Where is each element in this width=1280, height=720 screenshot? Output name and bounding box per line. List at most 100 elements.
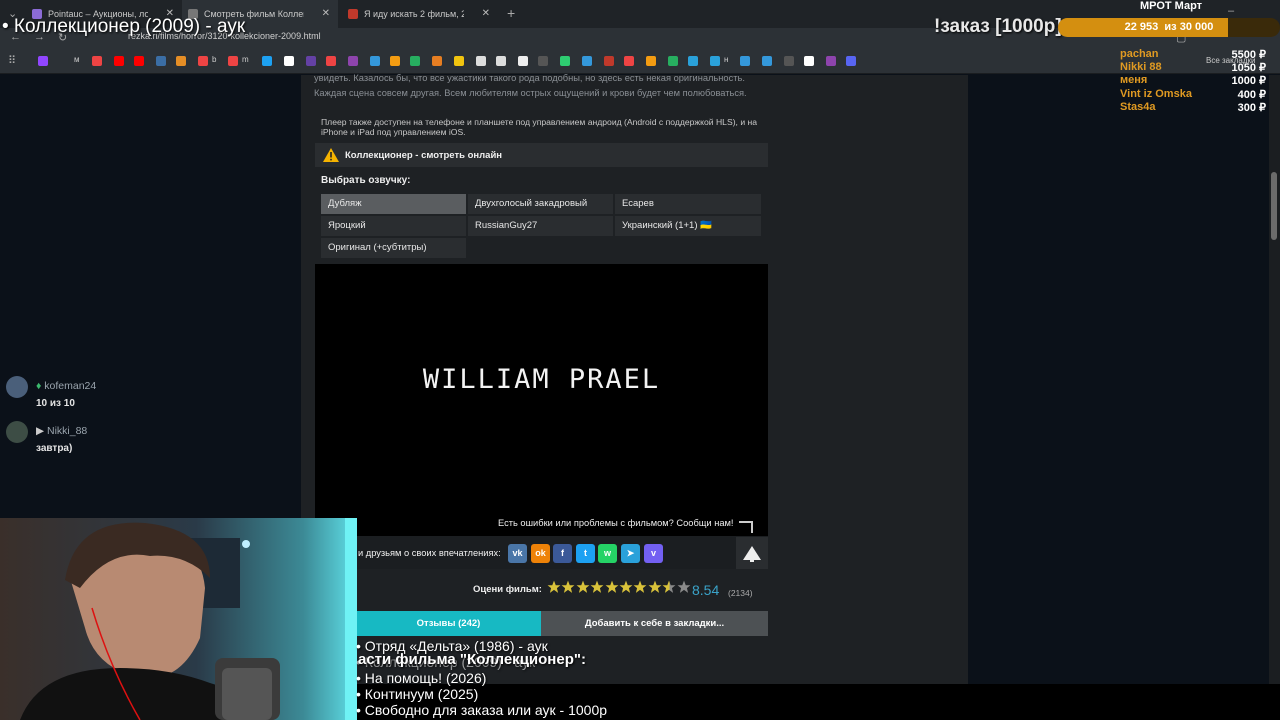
bookmark-icon[interactable] [496, 56, 506, 66]
chat-text: 10 из 10 [36, 398, 75, 409]
voice-option-two-voice[interactable]: Двухголосый закадровый [468, 194, 613, 214]
webcam-feed [0, 518, 357, 720]
goal-progress-bar: 22 953 из 30 000 [1058, 18, 1280, 37]
tab-reviews[interactable]: Отзывы (242) [356, 611, 541, 636]
voice-option-dub[interactable]: Дубляж [321, 194, 466, 214]
scrollbar-thumb[interactable] [1271, 172, 1277, 240]
voice-option-ukrainian[interactable]: Украинский (1+1) 🇺🇦 [615, 216, 761, 236]
bookmark-icon[interactable] [410, 56, 420, 66]
close-tab-icon[interactable]: ✕ [322, 8, 330, 19]
voice-option-yarotsky[interactable]: Яроцкий [321, 216, 466, 236]
ok-icon[interactable]: ok [531, 544, 550, 563]
notify-bell-button[interactable] [736, 537, 768, 569]
voice-select-label: Выбрать озвучку: [321, 175, 411, 186]
donor-row: pachan 5500 ₽ [1120, 48, 1266, 61]
bookmark-label[interactable]: н [724, 55, 728, 64]
queue-list: • Отряд «Дельта» (1986) - аук • Коллекци… [356, 638, 776, 718]
rating-star-icon[interactable] [619, 580, 633, 594]
bookmark-icon[interactable] [262, 56, 272, 66]
rating-star-icon[interactable] [648, 580, 662, 594]
scrollbar-track[interactable] [1269, 75, 1280, 684]
bookmark-icon[interactable] [348, 56, 358, 66]
parts-title: асти фильма "Коллекционер": [358, 651, 586, 668]
avatar [6, 376, 28, 398]
bookmark-icon[interactable] [560, 56, 570, 66]
bookmark-icon[interactable] [156, 56, 166, 66]
bookmark-icon[interactable] [454, 56, 464, 66]
add-bookmark-button[interactable]: Добавить к себе в закладки... [541, 611, 768, 636]
webcam-image [0, 518, 357, 720]
donor-row: Vint iz Omska 400 ₽ [1120, 88, 1266, 101]
order-label: !заказ [1000р] [934, 16, 1062, 37]
watch-online-title: Коллекционер - смотреть онлайн [345, 150, 503, 161]
whatsapp-icon[interactable]: w [598, 544, 617, 563]
bookmark-icon[interactable] [284, 56, 294, 66]
facebook-icon[interactable]: f [553, 544, 572, 563]
close-tab-icon[interactable]: ✕ [482, 8, 490, 19]
rating-star-icon[interactable] [547, 580, 561, 594]
player-availability-note: Плеер также доступен на телефоне и планш… [321, 117, 758, 137]
bookmark-icon[interactable] [668, 56, 678, 66]
telegram-bookmark-icon[interactable] [710, 56, 720, 66]
report-problem-link[interactable]: Есть ошибки или проблемы с фильмом? Сооб… [498, 518, 733, 528]
bookmark-label[interactable]: м [74, 55, 80, 64]
twitch-bookmark-icon[interactable] [38, 56, 48, 66]
rating-star-icon[interactable] [576, 580, 590, 594]
rating-star-icon[interactable] [590, 580, 604, 594]
bookmark-icon[interactable] [762, 56, 772, 66]
mail-bookmark-icon[interactable] [176, 56, 186, 66]
viber-icon[interactable]: v [644, 544, 663, 563]
minimize-icon[interactable]: – [1228, 5, 1234, 17]
donor-amount: 300 ₽ [1237, 101, 1266, 114]
bookmark-icon[interactable] [846, 56, 856, 66]
rating-star-icon[interactable] [605, 580, 619, 594]
gmail-bookmark-icon[interactable] [228, 56, 238, 66]
twitter-icon[interactable]: t [576, 544, 595, 563]
bookmark-icon[interactable] [646, 56, 656, 66]
rating-star-icon[interactable] [633, 580, 647, 594]
bookmark-icon[interactable] [538, 56, 548, 66]
bookmark-icon[interactable] [624, 56, 634, 66]
rating-star-icon[interactable] [561, 580, 575, 594]
bookmark-label[interactable]: b [212, 55, 216, 64]
chat-username: ▶ Nikki_88 [36, 425, 88, 437]
rating-star-icon[interactable] [662, 580, 676, 594]
bookmark-icon[interactable] [804, 56, 814, 66]
telegram-icon[interactable]: ➤ [621, 544, 640, 563]
bookmark-icon[interactable] [518, 56, 528, 66]
bookmark-icon[interactable] [826, 56, 836, 66]
donor-name: pachan [1120, 48, 1159, 60]
youtube-bookmark-icon[interactable] [134, 56, 144, 66]
voice-option-original[interactable]: Оригинал (+субтитры) [321, 238, 466, 258]
tab-youtube-video[interactable]: Я иду искать 2 фильм, 2026, д ✕ [342, 0, 498, 28]
right-strip [968, 75, 1270, 684]
video-player[interactable]: WILLIAM PRAEL [315, 264, 768, 536]
rating-count: (2134) [728, 588, 753, 598]
youtube-bookmark-icon[interactable] [114, 56, 124, 66]
voice-option-russianguy27[interactable]: RussianGuy27 [468, 216, 613, 236]
rating-stars[interactable] [547, 580, 691, 598]
bookmark-icon[interactable] [476, 56, 486, 66]
new-tab-icon[interactable]: + [507, 5, 515, 21]
voice-option-esarev[interactable]: Есарев [615, 194, 761, 214]
chat-username: ♦ kofeman24 [36, 380, 97, 392]
rating-star-icon[interactable] [677, 580, 691, 594]
bookmark-icon[interactable] [370, 56, 380, 66]
bookmark-icon[interactable] [582, 56, 592, 66]
bookmark-icon[interactable] [326, 56, 336, 66]
bookmark-icon[interactable] [784, 56, 794, 66]
gmail-bookmark-icon[interactable] [198, 56, 208, 66]
bookmark-label[interactable]: m [242, 55, 249, 64]
bookmark-icon[interactable] [306, 56, 316, 66]
bookmark-icon[interactable] [604, 56, 614, 66]
bookmark-icon[interactable] [390, 56, 400, 66]
report-flag-icon[interactable] [738, 520, 754, 534]
bookmark-icon[interactable] [432, 56, 442, 66]
bookmark-icon[interactable] [92, 56, 102, 66]
apps-grid-icon[interactable]: ⠿ [8, 54, 16, 67]
donor-name: Vint iz Omska [1120, 87, 1192, 100]
vk-icon[interactable]: vk [508, 544, 527, 563]
play-badge-icon: ▶ [36, 425, 45, 437]
telegram-bookmark-icon[interactable] [688, 56, 698, 66]
bookmark-icon[interactable] [740, 56, 750, 66]
